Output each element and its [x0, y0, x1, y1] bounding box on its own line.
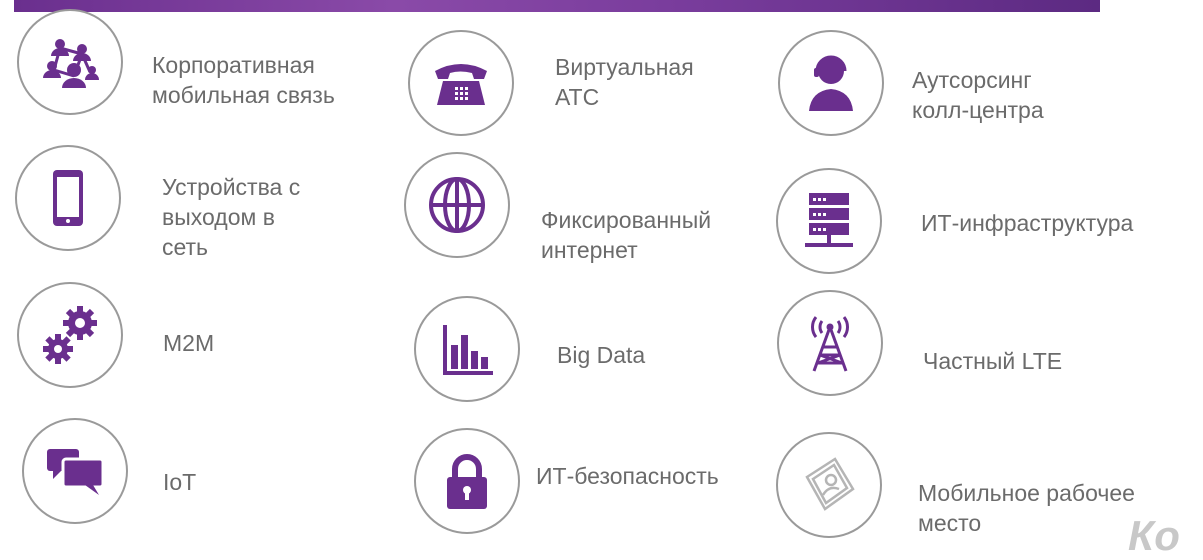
tile-circle-mobile-workplace[interactable]: [776, 432, 882, 538]
chat-bubbles-icon: [47, 449, 105, 495]
tile-label: IoT: [163, 469, 197, 495]
tile-label: ИТ-инфраструктура: [921, 210, 1134, 236]
bar-chart-icon: [443, 325, 493, 375]
tile-circle-m2m[interactable]: [17, 282, 123, 388]
tile-circle-iot[interactable]: [22, 418, 128, 524]
smartphone-icon: [53, 170, 83, 226]
tile-circle-private-lte[interactable]: [777, 290, 883, 396]
brand-watermark: Ко: [1128, 512, 1182, 559]
mobile-workplace-icon: [805, 457, 855, 511]
globe-icon: [429, 177, 485, 233]
tile-label: Фиксированный интернет: [541, 207, 712, 263]
tile-circle-call-center[interactable]: [778, 30, 884, 136]
tile-circle-it-infrastructure[interactable]: [776, 168, 882, 274]
tile-label: ИТ-безопасность: [536, 463, 719, 489]
tile-circle-big-data[interactable]: [414, 296, 520, 402]
tile-label: Устройства с выходом в сеть: [162, 174, 301, 260]
tile-label: Big Data: [557, 342, 646, 368]
tile-label: Мобильное рабочее место: [918, 480, 1135, 536]
telephone-icon: [435, 64, 487, 105]
tile-label: Частный LTE: [923, 348, 1063, 374]
operator-headset-icon: [809, 55, 853, 111]
antenna-tower-icon: [811, 316, 849, 372]
tile-circle-corporate-mobile[interactable]: [17, 9, 123, 115]
gears-icon: [43, 306, 97, 364]
padlock-icon: [447, 454, 487, 509]
tile-circle-fixed-internet[interactable]: [404, 152, 510, 258]
tile-label: Корпоративная мобильная связь: [152, 52, 335, 108]
server-icon: [805, 193, 853, 247]
tile-label: Виртуальная АТС: [555, 54, 694, 110]
tile-circle-virtual-pbx[interactable]: [408, 30, 514, 136]
header-accent-bar: [14, 0, 1100, 12]
tile-label: Аутсорсинг колл-центра: [912, 67, 1044, 123]
tile-label: M2M: [163, 330, 215, 356]
tile-circle-it-security[interactable]: [414, 428, 520, 534]
people-network-icon: [43, 39, 99, 88]
tile-circle-connected-devices[interactable]: [15, 145, 121, 251]
